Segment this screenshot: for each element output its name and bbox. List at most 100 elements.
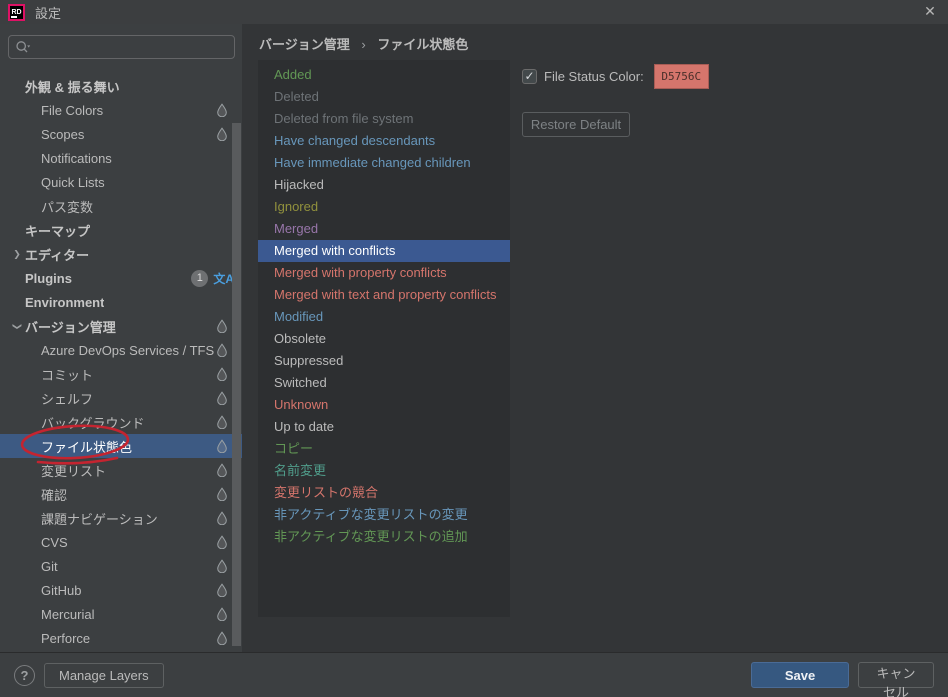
status-list-item[interactable]: コピー xyxy=(258,438,510,460)
status-list-item[interactable]: Unknown xyxy=(258,394,510,416)
sidebar-item[interactable]: 課題ナビゲーション xyxy=(0,506,242,530)
status-list-item[interactable]: Have immediate changed children xyxy=(258,152,510,174)
status-list-item[interactable]: Merged with text and property conflicts xyxy=(258,284,510,306)
sidebar-item-label: Mercurial xyxy=(41,607,94,622)
status-list-item[interactable]: Merged xyxy=(258,218,510,240)
sidebar-item-label: Azure DevOps Services / TFS xyxy=(41,343,214,358)
sidebar-item[interactable]: File Colors xyxy=(0,98,242,122)
status-list-item[interactable]: Obsolete xyxy=(258,328,510,350)
sidebar-item[interactable]: ❯エディター xyxy=(0,242,242,266)
sidebar-item[interactable]: Azure DevOps Services / TFS xyxy=(0,338,242,362)
sidebar-item[interactable]: Scopes xyxy=(0,122,242,146)
sidebar-item[interactable]: 外観 & 振る舞い xyxy=(0,74,242,98)
file-status-list: AddedDeletedDeleted from file systemHave… xyxy=(258,60,510,617)
breadcrumb-current[interactable]: ファイル状態色 xyxy=(377,37,468,52)
sidebar-item-label: キーマップ xyxy=(25,221,90,240)
sidebar-item[interactable]: GitHub xyxy=(0,578,242,602)
scheme-droplet-icon xyxy=(216,415,228,429)
restore-default-button[interactable]: Restore Default xyxy=(522,112,630,137)
settings-sidebar: 外観 & 振る舞い File Colors Scopes Notifications Q… xyxy=(0,24,242,652)
sidebar-item-label: バックグラウンド xyxy=(41,413,144,432)
help-icon[interactable]: ? xyxy=(14,665,35,686)
status-list-item[interactable]: Suppressed xyxy=(258,350,510,372)
sidebar-item-label: Notifications xyxy=(41,151,112,166)
status-list-item[interactable]: Hijacked xyxy=(258,174,510,196)
title-bar: RD 設定 ✕ xyxy=(0,0,948,24)
manage-layers-button[interactable]: Manage Layers xyxy=(44,663,164,688)
dialog-footer: ? Manage Layers Save キャンセル xyxy=(0,652,948,697)
status-list-item[interactable]: Modified xyxy=(258,306,510,328)
scheme-droplet-icon xyxy=(216,103,228,117)
sidebar-item-label: エディター xyxy=(25,245,89,264)
sidebar-item-label: 確認 xyxy=(41,485,67,504)
rider-logo-icon: RD xyxy=(8,4,25,21)
status-list-item[interactable]: 非アクティブな変更リストの変更 xyxy=(258,504,510,526)
status-list-item[interactable]: Added xyxy=(258,64,510,86)
sidebar-item-label: CVS xyxy=(41,535,68,550)
sidebar-item[interactable]: ❯バージョン管理 xyxy=(0,314,242,338)
sidebar-item-label: 外観 & 振る舞い xyxy=(25,77,120,96)
save-button[interactable]: Save xyxy=(751,662,849,688)
close-icon[interactable]: ✕ xyxy=(922,3,938,19)
status-list-item[interactable]: Deleted xyxy=(258,86,510,108)
sidebar-item-label: 変更リスト xyxy=(41,461,106,480)
status-list-item[interactable]: Have changed descendants xyxy=(258,130,510,152)
sidebar-item-selected[interactable]: ファイル状態色 xyxy=(0,434,242,458)
status-list-item[interactable]: 変更リストの競合 xyxy=(258,482,510,504)
status-list-item[interactable]: Ignored xyxy=(258,196,510,218)
sidebar-item[interactable]: Quick Lists xyxy=(0,170,242,194)
scheme-droplet-icon xyxy=(216,343,228,357)
sidebar-item-label: Perforce xyxy=(41,631,90,646)
scheme-droplet-icon xyxy=(216,607,228,621)
chevron-down-icon[interactable]: ❯ xyxy=(12,318,23,334)
sidebar-item[interactable]: Environment xyxy=(0,290,242,314)
scheme-droplet-icon xyxy=(216,127,228,141)
status-list-item[interactable]: Deleted from file system xyxy=(258,108,510,130)
sidebar-item-label: パス変数 xyxy=(41,197,93,216)
search-input[interactable] xyxy=(33,40,228,55)
sidebar-item-label: Environment xyxy=(25,295,104,310)
settings-tree: 外観 & 振る舞い File Colors Scopes Notifications Q… xyxy=(0,74,242,652)
sidebar-item[interactable]: CVS xyxy=(0,530,242,554)
scheme-droplet-icon xyxy=(216,319,228,333)
file-status-color-label: File Status Color: xyxy=(544,69,644,84)
sidebar-item-label: バージョン管理 xyxy=(25,317,116,336)
plugins-count-badge: 1 xyxy=(191,270,208,287)
color-value-field[interactable]: D5756C xyxy=(654,64,709,89)
sidebar-item-label: シェルフ xyxy=(41,389,93,408)
status-list-item[interactable]: 名前変更 xyxy=(258,460,510,482)
sidebar-item-label: GitHub xyxy=(41,583,81,598)
sidebar-item[interactable]: 確認 xyxy=(0,482,242,506)
status-list-item[interactable]: Switched xyxy=(258,372,510,394)
sidebar-item-label: Quick Lists xyxy=(41,175,105,190)
search-icon xyxy=(15,40,31,54)
scheme-droplet-icon xyxy=(216,391,228,405)
sidebar-item[interactable]: Notifications xyxy=(0,146,242,170)
scheme-droplet-icon xyxy=(216,631,228,645)
sidebar-item[interactable]: Mercurial xyxy=(0,602,242,626)
sidebar-scrollbar-thumb[interactable] xyxy=(232,123,241,646)
sidebar-item[interactable]: 変更リスト xyxy=(0,458,242,482)
status-list-item[interactable]: 非アクティブな変更リストの追加 xyxy=(258,526,510,548)
scheme-droplet-icon xyxy=(216,487,228,501)
breadcrumb-parent[interactable]: バージョン管理 xyxy=(259,37,350,52)
sidebar-item-label: File Colors xyxy=(41,103,103,118)
sidebar-item[interactable]: Git xyxy=(0,554,242,578)
sidebar-item[interactable]: キーマップ xyxy=(0,218,242,242)
cancel-button[interactable]: キャンセル xyxy=(858,662,934,688)
search-box[interactable] xyxy=(8,35,235,59)
sidebar-item[interactable]: Perforce xyxy=(0,626,242,650)
sidebar-item[interactable]: バックグラウンド xyxy=(0,410,242,434)
status-list-item-selected[interactable]: Merged with conflicts xyxy=(258,240,510,262)
sidebar-item-label: コミット xyxy=(41,365,93,384)
sidebar-item[interactable]: Plugins1文A xyxy=(0,266,242,290)
status-list-item[interactable]: Merged with property conflicts xyxy=(258,262,510,284)
file-status-color-checkbox[interactable]: ✓ xyxy=(522,69,537,84)
rider-logo-underline xyxy=(11,16,17,18)
chevron-right-icon[interactable]: ❯ xyxy=(9,249,25,260)
sidebar-item[interactable]: シェルフ xyxy=(0,386,242,410)
sidebar-item[interactable]: パス変数 xyxy=(0,194,242,218)
status-list-item[interactable]: Up to date xyxy=(258,416,510,438)
sidebar-item[interactable]: コミット xyxy=(0,362,242,386)
scheme-droplet-icon xyxy=(216,463,228,477)
